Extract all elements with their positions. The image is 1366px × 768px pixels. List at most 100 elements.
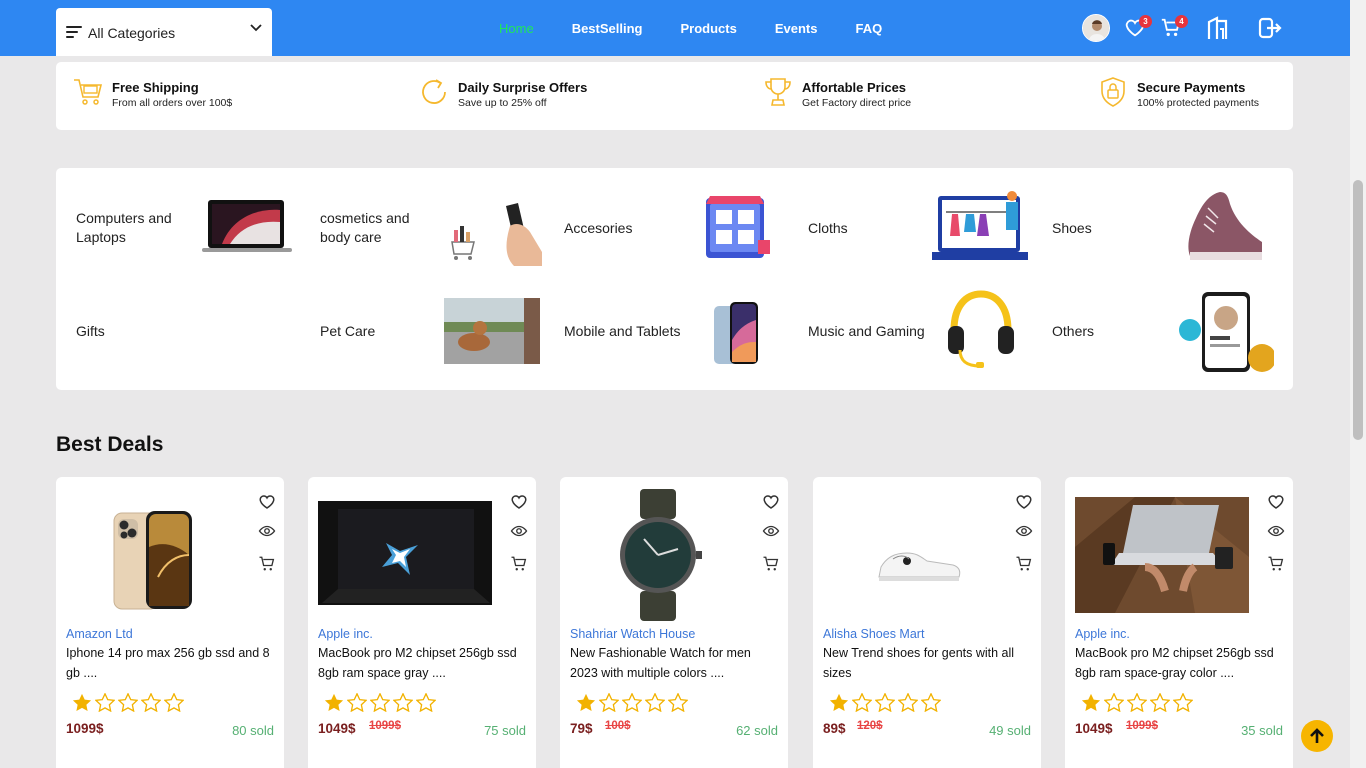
avatar[interactable] <box>1082 14 1110 42</box>
feature-subtitle: From all orders over 100$ <box>112 97 233 109</box>
scroll-to-top-button[interactable] <box>1301 720 1333 752</box>
heart-icon <box>259 495 275 509</box>
shop-name[interactable]: Apple inc. <box>1075 627 1130 641</box>
product-card[interactable]: Shahriar Watch House New Fashionable Wat… <box>560 477 788 768</box>
add-to-cart-button[interactable] <box>1015 555 1033 578</box>
feature-subtitle: Get Factory direct price <box>802 97 912 109</box>
logout-icon <box>1258 17 1282 39</box>
product-card[interactable]: Apple inc. MacBook pro M2 chipset 256gb … <box>1065 477 1293 768</box>
category-name: Music and Gaming <box>808 323 925 339</box>
category-name: Gifts <box>76 323 105 339</box>
star-empty-icon <box>392 692 414 717</box>
star-empty-icon <box>346 692 368 717</box>
product-image <box>318 501 492 605</box>
add-to-cart-button[interactable] <box>258 555 276 578</box>
nav-bestselling[interactable]: BestSelling <box>572 21 643 36</box>
add-to-wishlist-button[interactable] <box>510 493 528 516</box>
rating-stars <box>324 692 439 717</box>
star-empty-icon <box>117 692 139 717</box>
product-name[interactable]: MacBook pro M2 chipset 256gb ssd 8gb ram… <box>1075 644 1287 683</box>
heart-icon <box>1268 495 1284 509</box>
all-categories-label: All Categories <box>88 25 176 41</box>
menu-icon <box>66 26 82 38</box>
product-name[interactable]: New Fashionable Watch for men 2023 with … <box>570 644 782 683</box>
category-mobile-tablets[interactable]: Mobile and Tablets <box>544 290 774 380</box>
star-filled-icon <box>576 693 596 717</box>
category-cosmetics-body-care[interactable]: cosmetics and body care <box>300 188 542 278</box>
wishlist-count-badge: 3 <box>1139 15 1152 28</box>
chevron-down-icon <box>250 24 262 32</box>
star-empty-icon <box>140 692 162 717</box>
rating-stars <box>72 692 187 717</box>
eye-icon <box>1015 525 1033 537</box>
product-name[interactable]: MacBook pro M2 chipset 256gb ssd 8gb ram… <box>318 644 530 683</box>
nav-products[interactable]: Products <box>680 21 736 36</box>
quick-view-button[interactable] <box>510 522 528 545</box>
add-to-cart-button[interactable] <box>1267 555 1285 578</box>
product-image <box>1075 497 1249 613</box>
sold-count: 49 sold <box>989 723 1031 738</box>
category-others[interactable]: Others <box>1032 290 1274 380</box>
eye-icon <box>510 525 528 537</box>
logout-button[interactable] <box>1258 17 1282 44</box>
category-name: cosmetics and body care <box>320 210 410 245</box>
pet-care-image <box>444 298 540 364</box>
cloths-image <box>932 191 1028 260</box>
add-to-cart-button[interactable] <box>510 555 528 578</box>
cart-button[interactable]: 4 <box>1160 15 1188 44</box>
headphones-image <box>948 290 1014 368</box>
category-accessories[interactable]: Accesories <box>544 188 774 278</box>
accessories-image <box>706 196 770 258</box>
best-deals-title: Best Deals <box>56 433 164 456</box>
shop-name[interactable]: Amazon Ltd <box>66 627 133 641</box>
all-categories-dropdown[interactable]: All Categories <box>56 8 272 56</box>
product-card[interactable]: Alisha Shoes Mart New Trend shoes for ge… <box>813 477 1041 768</box>
category-name: Cloths <box>808 220 848 236</box>
category-name: Others <box>1052 323 1095 339</box>
category-pet-care[interactable]: Pet Care <box>300 290 540 380</box>
heart-icon <box>1016 495 1032 509</box>
quick-view-button[interactable] <box>1015 522 1033 545</box>
rating-stars <box>829 692 944 717</box>
product-name[interactable]: New Trend shoes for gents with all sizes <box>823 644 1035 683</box>
shop-name[interactable]: Apple inc. <box>318 627 373 641</box>
nav-events[interactable]: Events <box>775 21 818 36</box>
quick-view-button[interactable] <box>258 522 276 545</box>
product-card[interactable]: Apple inc. MacBook pro M2 chipset 256gb … <box>308 477 536 768</box>
star-filled-icon <box>1081 693 1101 717</box>
add-to-wishlist-button[interactable] <box>258 493 276 516</box>
star-empty-icon <box>1103 692 1125 717</box>
product-card[interactable]: Amazon Ltd Iphone 14 pro max 256 gb ssd … <box>56 477 284 768</box>
category-gifts[interactable]: Gifts <box>56 290 286 380</box>
original-price: 120$ <box>857 720 883 732</box>
cart-icon <box>1268 556 1284 571</box>
features-bar: Free Shipping From all orders over 100$ … <box>56 62 1293 130</box>
product-name[interactable]: Iphone 14 pro max 256 gb ssd and 8 gb ..… <box>66 644 278 683</box>
seller-shop-button[interactable] <box>1206 16 1232 45</box>
scrollbar-thumb[interactable] <box>1353 180 1363 440</box>
feature-affordable-prices: Affortable Prices Get Factory direct pri… <box>762 76 911 110</box>
page-scrollbar[interactable] <box>1350 0 1366 768</box>
wishlist-button[interactable]: 3 <box>1124 15 1152 44</box>
shop-name[interactable]: Shahriar Watch House <box>570 627 695 641</box>
category-name: Computers and Laptops <box>76 210 172 245</box>
add-to-wishlist-button[interactable] <box>1267 493 1285 516</box>
nav-faq[interactable]: FAQ <box>855 21 882 36</box>
category-name: Mobile and Tablets <box>564 323 681 339</box>
category-music-gaming[interactable]: Music and Gaming <box>788 290 1018 380</box>
add-to-wishlist-button[interactable] <box>1015 493 1033 516</box>
product-price: 1049$ <box>1075 721 1113 736</box>
shop-name[interactable]: Alisha Shoes Mart <box>823 627 924 641</box>
nav-home[interactable]: Home <box>499 21 534 36</box>
category-cloths[interactable]: Cloths <box>788 188 1028 278</box>
shield-lock-icon <box>1101 77 1125 107</box>
add-to-wishlist-button[interactable] <box>762 493 780 516</box>
category-computers-laptops[interactable]: Computers and Laptops <box>56 188 292 278</box>
quick-view-button[interactable] <box>762 522 780 545</box>
category-shoes[interactable]: Shoes <box>1032 188 1262 278</box>
feature-subtitle: Save up to 25% off <box>458 97 547 109</box>
add-to-cart-button[interactable] <box>762 555 780 578</box>
feature-free-shipping: Free Shipping From all orders over 100$ <box>72 76 232 110</box>
quick-view-button[interactable] <box>1267 522 1285 545</box>
star-empty-icon <box>598 692 620 717</box>
